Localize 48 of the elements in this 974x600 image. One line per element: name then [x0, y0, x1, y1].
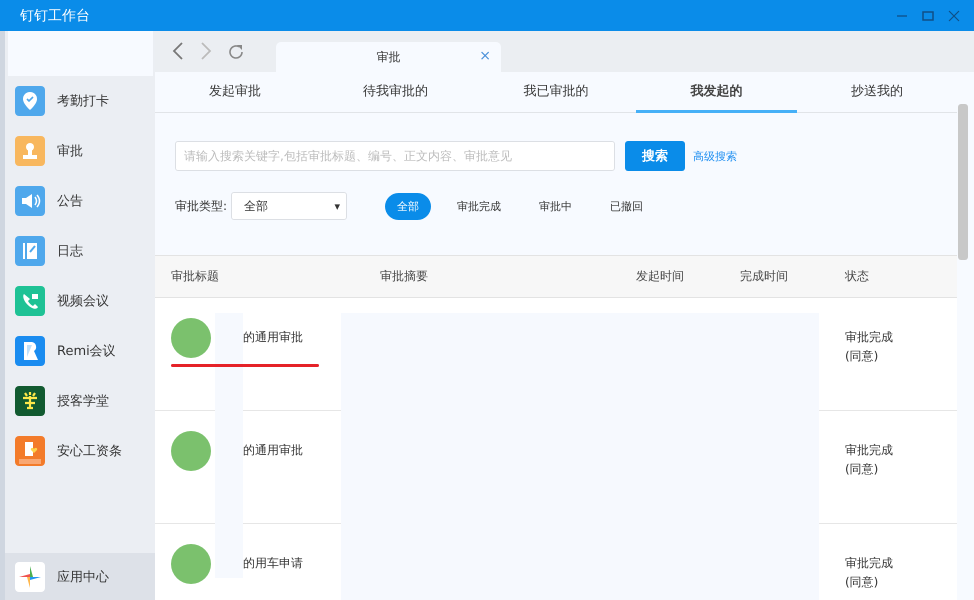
tab[interactable]: 我发起的: [636, 72, 797, 113]
window-title: 钉钉工作台: [20, 6, 90, 24]
approval-title[interactable]: 的通用审批: [243, 442, 303, 459]
filter-label: 审批类型:: [175, 198, 228, 214]
forward-icon[interactable]: [200, 42, 212, 60]
status-note: (同意): [845, 574, 880, 591]
sidebar-item[interactable]: 公告: [5, 176, 155, 226]
browser-tab[interactable]: 审批 ×: [276, 42, 501, 72]
app-center-icon: [15, 562, 45, 592]
status-note: (同意): [845, 461, 880, 478]
column-header: 审批标题: [170, 268, 220, 285]
status-text: 审批完成: [845, 329, 894, 346]
status-filter[interactable]: 全部: [385, 192, 432, 220]
approval-title[interactable]: 的通用审批: [243, 329, 303, 346]
column-header: 发起时间: [635, 268, 685, 285]
sidebar-item[interactable]: Remi会议: [5, 326, 155, 376]
status-note: (同意): [845, 348, 880, 365]
tab[interactable]: 我已审批的: [476, 72, 636, 113]
status-text: 审批完成: [845, 442, 894, 459]
sidebar-item[interactable]: 应用中心: [5, 553, 155, 600]
sidebar-item[interactable]: 视频会议: [5, 276, 155, 326]
column-header: 审批摘要: [379, 268, 429, 285]
maximize-icon[interactable]: [922, 10, 934, 22]
sidebar-item[interactable]: 授客学堂: [5, 376, 155, 426]
column-header: 状态: [844, 268, 870, 285]
sidebar-item[interactable]: 日志: [5, 226, 155, 276]
back-icon[interactable]: [172, 42, 184, 60]
search-field[interactable]: 请输入搜索关键字,包括审批标题、编号、正文内容、审批意见: [175, 141, 615, 171]
close-icon[interactable]: [948, 10, 960, 22]
refresh-icon[interactable]: [228, 44, 244, 60]
status-filter[interactable]: 审批完成: [445, 192, 514, 220]
avatar-circle: [171, 431, 211, 471]
status-text: 审批完成: [845, 555, 894, 572]
tab[interactable]: 抄送我的: [796, 72, 958, 113]
avatar-circle: [171, 318, 211, 358]
tab[interactable]: 发起审批: [155, 72, 316, 113]
tab[interactable]: 待我审批的: [315, 72, 476, 113]
avatar-circle: [171, 544, 211, 584]
column-header: 完成时间: [739, 268, 789, 285]
search-button[interactable]: 搜索: [625, 141, 685, 171]
sidebar-item[interactable]: 考勤打卡: [5, 76, 155, 126]
status-filter[interactable]: 已撤回: [598, 192, 656, 220]
type-dropdown[interactable]: 全部 ▾: [231, 192, 348, 220]
approval-title[interactable]: 的用车申请: [243, 555, 303, 572]
status-filter[interactable]: 审批中: [527, 192, 584, 220]
sidebar-item[interactable]: 安心工资条: [5, 426, 155, 476]
sidebar-item[interactable]: 审批: [5, 126, 155, 176]
scrollbar[interactable]: [958, 104, 968, 260]
